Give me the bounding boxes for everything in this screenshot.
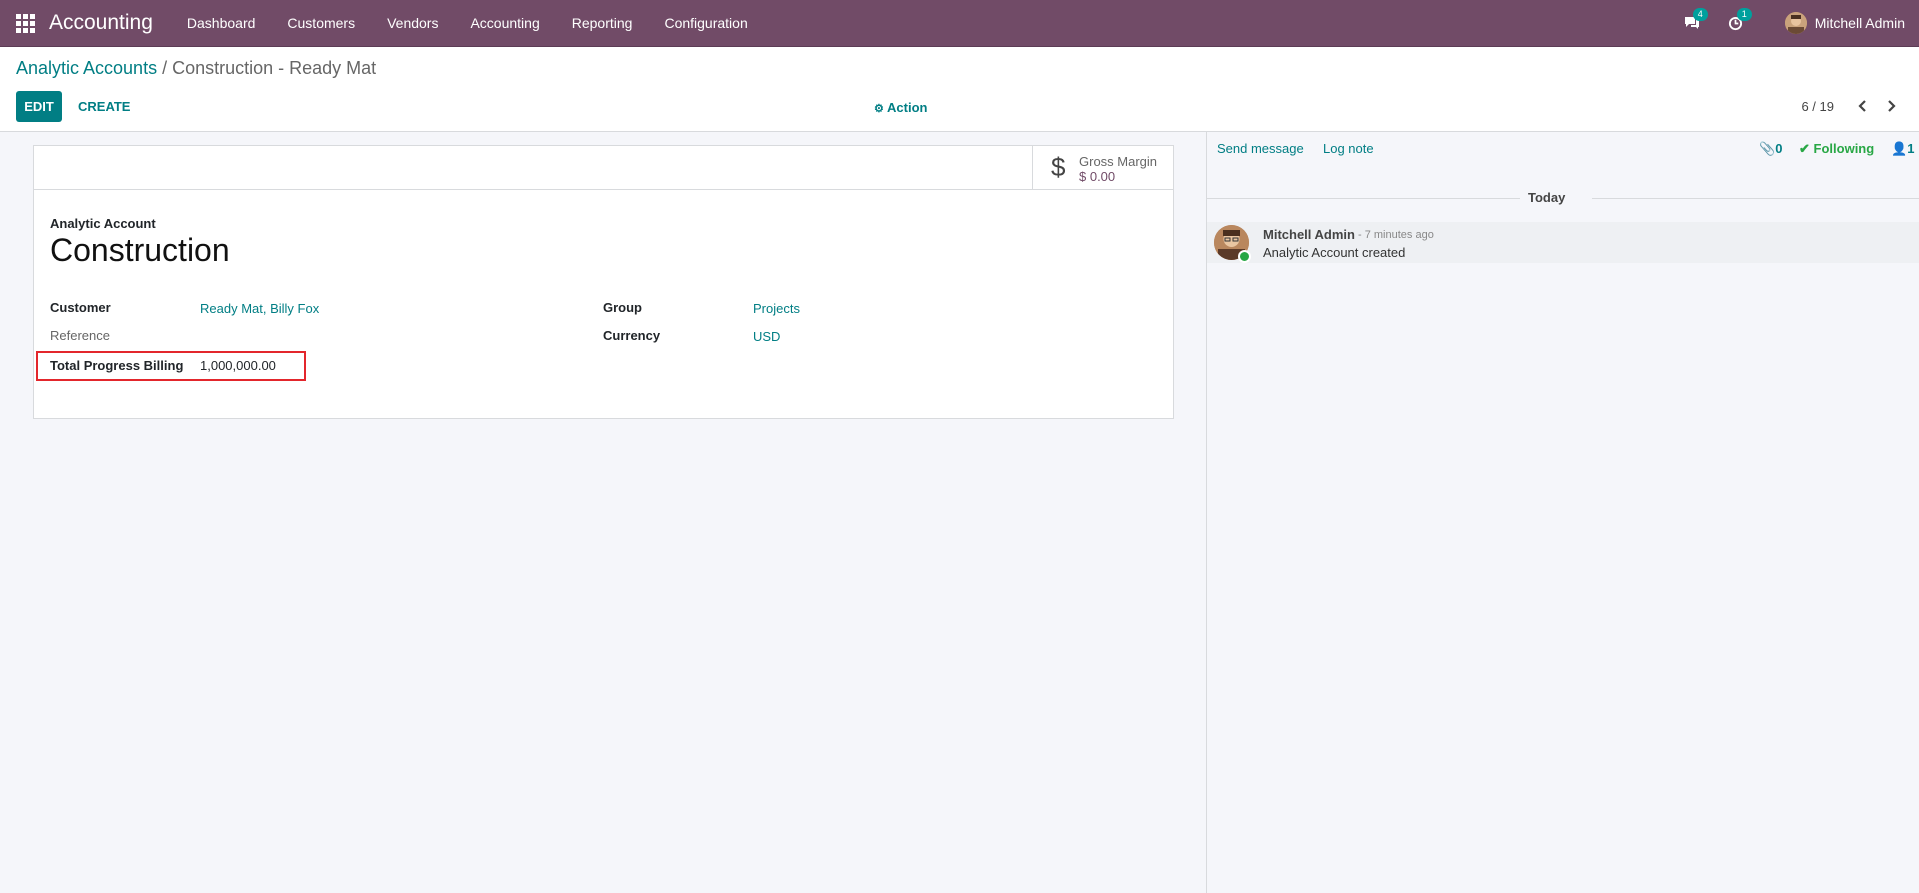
following-label: Following xyxy=(1813,141,1875,156)
chatter-topbar: Send message Log note 📎0 ✔ Following 👤1 xyxy=(1207,132,1919,166)
chatter-message: Mitchell Admin - 7 minutes ago Analytic … xyxy=(1207,222,1919,263)
pager-next-icon[interactable] xyxy=(1881,95,1901,117)
menu-item-vendors[interactable]: Vendors xyxy=(371,15,454,31)
following-button[interactable]: ✔ Following xyxy=(1799,141,1874,157)
app-title[interactable]: Accounting xyxy=(49,11,153,35)
message-author[interactable]: Mitchell Admin xyxy=(1263,227,1355,242)
currency-value-link[interactable]: USD xyxy=(753,329,780,344)
menu-item-reporting[interactable]: Reporting xyxy=(556,15,649,31)
menu-item-customers[interactable]: Customers xyxy=(271,15,371,31)
breadcrumb-current: Construction - Ready Mat xyxy=(172,58,377,78)
attachments-count: 0 xyxy=(1775,141,1783,156)
breadcrumb: Analytic Accounts / Construction - Ready… xyxy=(16,58,376,79)
menu-item-configuration[interactable]: Configuration xyxy=(648,15,763,31)
online-status-icon xyxy=(1238,250,1251,263)
menu-item-accounting[interactable]: Accounting xyxy=(454,15,555,31)
control-panel: Analytic Accounts / Construction - Ready… xyxy=(0,47,1919,132)
user-menu[interactable]: Mitchell Admin xyxy=(1784,12,1905,34)
date-separator: Today xyxy=(1207,190,1919,206)
dollar-icon: $ xyxy=(1051,152,1066,182)
navbar-systray: 4 1 Mitchell Admin xyxy=(1659,0,1905,46)
menu-item-dashboard[interactable]: Dashboard xyxy=(171,15,272,31)
breadcrumb-separator: / xyxy=(157,58,173,78)
customer-value-link[interactable]: Ready Mat, Billy Fox xyxy=(200,301,319,316)
pager-value[interactable]: 6 / 19 xyxy=(1801,99,1834,114)
gear-icon: ⚙ xyxy=(874,103,884,115)
edit-button[interactable]: EDIT xyxy=(16,91,62,122)
user-name: Mitchell Admin xyxy=(1814,15,1905,31)
separator-line-left xyxy=(1207,198,1520,199)
gross-margin-button[interactable]: $ Gross Margin $ 0.00 xyxy=(1032,146,1173,189)
date-separator-label: Today xyxy=(1528,190,1566,205)
followers-count: 1 xyxy=(1907,141,1915,156)
log-note-button[interactable]: Log note xyxy=(1323,141,1374,156)
chatter: Send message Log note 📎0 ✔ Following 👤1 … xyxy=(1206,132,1919,893)
separator-line-right xyxy=(1592,198,1919,199)
message-time: - 7 minutes ago xyxy=(1358,229,1434,241)
followers-button[interactable]: 👤1 xyxy=(1891,141,1914,157)
action-dropdown[interactable]: ⚙ Action xyxy=(874,100,927,115)
total-progress-billing-value: 1,000,000.00 xyxy=(200,358,276,373)
action-label: Action xyxy=(887,100,928,115)
user-avatar xyxy=(1784,12,1807,34)
pager-previous-icon[interactable] xyxy=(1853,95,1873,117)
total-progress-billing-label: Total Progress Billing xyxy=(50,358,184,373)
top-navbar: Accounting Dashboard Customers Vendors A… xyxy=(0,0,1919,47)
apps-menu-icon[interactable] xyxy=(14,12,36,34)
account-name[interactable]: Construction xyxy=(50,232,230,269)
messaging-icon[interactable]: 4 xyxy=(1681,8,1708,34)
button-box: $ Gross Margin $ 0.00 xyxy=(34,146,1173,190)
form-sheet: $ Gross Margin $ 0.00 Analytic Account C… xyxy=(33,145,1174,419)
gross-margin-label: Gross Margin xyxy=(1079,154,1158,169)
group-value-link[interactable]: Projects xyxy=(753,301,800,316)
messages-count-badge: 4 xyxy=(1692,8,1708,21)
breadcrumb-parent-link[interactable]: Analytic Accounts xyxy=(16,58,157,78)
title-field-label: Analytic Account xyxy=(50,216,156,231)
paperclip-icon: 📎 xyxy=(1759,141,1776,156)
message-body: Analytic Account created xyxy=(1263,245,1406,260)
create-button[interactable]: CREATE xyxy=(70,91,138,122)
check-icon: ✔ xyxy=(1799,141,1810,156)
currency-label: Currency xyxy=(603,328,661,343)
customer-label: Customer xyxy=(50,300,111,315)
reference-label: Reference xyxy=(50,328,110,343)
gross-margin-value: $ 0.00 xyxy=(1079,169,1116,184)
group-label: Group xyxy=(603,300,642,315)
activities-count-badge: 1 xyxy=(1736,8,1752,21)
attachments-button[interactable]: 📎0 xyxy=(1759,141,1782,157)
main-menu: Dashboard Customers Vendors Accounting R… xyxy=(171,15,764,31)
send-message-button[interactable]: Send message xyxy=(1217,141,1304,156)
user-icon: 👤 xyxy=(1891,141,1908,156)
activity-clock-icon[interactable]: 1 xyxy=(1725,8,1752,34)
